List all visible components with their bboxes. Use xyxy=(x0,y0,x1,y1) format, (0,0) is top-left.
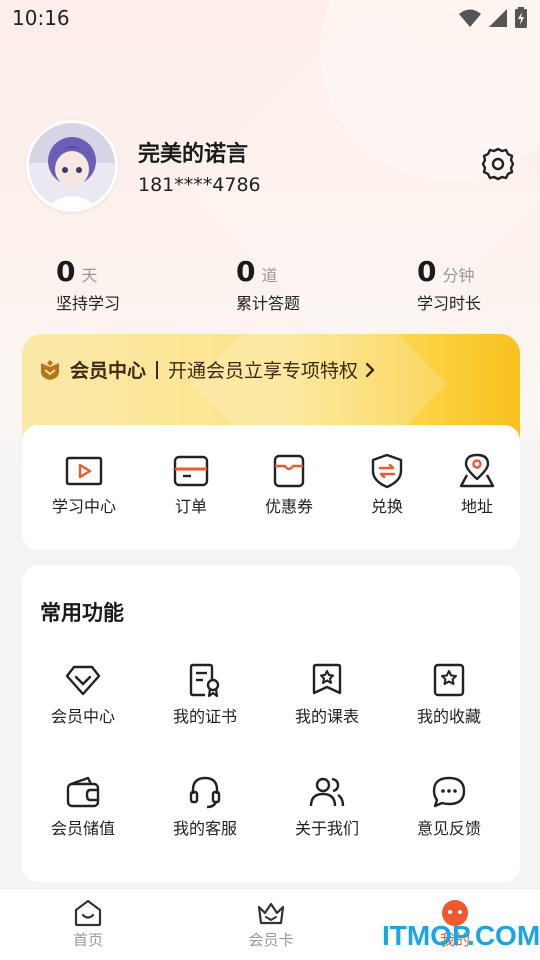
function-label: 我的收藏 xyxy=(416,707,481,726)
star-badge-icon xyxy=(312,663,342,695)
quick-action-coupons[interactable]: 优惠券 xyxy=(244,453,334,517)
stat-answered-questions[interactable]: 0道 累计答题 xyxy=(236,255,300,314)
quick-actions-card: 学习中心 订单 优惠券 兑换 地址 xyxy=(22,425,520,550)
chevron-right-icon xyxy=(365,362,375,377)
vip-divider xyxy=(156,360,159,379)
watermark-text: ITMOP.COM xyxy=(382,920,540,951)
function-label: 会员储值 xyxy=(50,819,115,838)
quick-action-label: 优惠券 xyxy=(264,497,313,516)
status-time: 10:16 xyxy=(12,6,70,30)
wallet-icon xyxy=(66,776,100,808)
battery-icon xyxy=(515,7,527,28)
profile-section: 完美的诺言 181****4786 xyxy=(26,120,516,212)
stat-label: 累计答题 xyxy=(236,294,301,313)
quick-action-label: 兑换 xyxy=(370,497,403,516)
quick-action-address[interactable]: 地址 xyxy=(432,453,522,517)
stat-unit: 天 xyxy=(81,266,98,285)
stat-unit: 分钟 xyxy=(442,266,475,285)
certificate-icon xyxy=(189,663,220,697)
order-box-icon xyxy=(173,455,209,487)
stat-label: 学习时长 xyxy=(417,294,482,313)
function-vip-center[interactable]: 会员中心 xyxy=(28,663,138,727)
nav-label: 首页 xyxy=(72,931,103,949)
users-icon xyxy=(309,777,345,807)
function-my-schedule[interactable]: 我的课表 xyxy=(272,663,382,727)
quick-action-label: 订单 xyxy=(174,497,207,516)
stat-label: 坚持学习 xyxy=(56,294,121,313)
vip-banner-row: 会员中心 开通会员立享专项特权 xyxy=(38,356,376,383)
home-icon xyxy=(74,899,102,927)
phone-number: 181****4786 xyxy=(138,174,261,196)
status-icons xyxy=(458,7,528,29)
nav-label: 会员卡 xyxy=(248,931,294,949)
cellular-signal-icon xyxy=(489,9,507,27)
function-label: 我的课表 xyxy=(294,707,359,726)
wifi-icon xyxy=(459,9,481,27)
nav-membership-card[interactable]: 会员卡 xyxy=(221,899,321,950)
function-my-certificates[interactable]: 我的证书 xyxy=(150,663,260,727)
settings-gear-icon[interactable] xyxy=(480,146,516,182)
function-label: 我的客服 xyxy=(172,819,237,838)
status-bar: 10:16 xyxy=(0,0,540,36)
vip-title: 会员中心 xyxy=(70,360,147,382)
star-bookmark-icon xyxy=(433,663,465,697)
function-label: 关于我们 xyxy=(294,819,359,838)
stat-value: 0 xyxy=(56,255,76,288)
common-functions-card: 常用功能 会员中心 我的证书 我的课表 我的收藏 会员储值 我的客服 关于我们 … xyxy=(22,565,520,882)
function-label: 我的证书 xyxy=(172,707,237,726)
play-video-icon xyxy=(65,456,103,486)
quick-action-exchange[interactable]: 兑换 xyxy=(342,453,432,517)
crown-icon xyxy=(257,902,285,925)
chat-bubble-icon xyxy=(432,776,466,808)
vip-description: 开通会员立享专项特权 xyxy=(168,360,359,382)
function-feedback[interactable]: 意见反馈 xyxy=(394,775,504,839)
vip-badge-icon xyxy=(41,359,59,380)
exchange-shield-icon xyxy=(371,453,403,489)
avatar[interactable] xyxy=(26,120,118,212)
username: 完美的诺言 xyxy=(138,142,249,167)
stat-unit: 道 xyxy=(261,266,278,285)
common-functions-title: 常用功能 xyxy=(40,601,124,625)
avatar-image xyxy=(29,123,115,209)
function-label: 意见反馈 xyxy=(416,819,481,838)
stats-row: 0天 坚持学习 0道 累计答题 0 分钟 学习时长 xyxy=(0,255,540,315)
nav-home[interactable]: 首页 xyxy=(38,899,138,950)
function-my-favorites[interactable]: 我的收藏 xyxy=(394,663,504,727)
quick-action-label: 地址 xyxy=(460,497,493,516)
stat-study-duration[interactable]: 0 分钟 学习时长 xyxy=(417,255,481,314)
coupon-icon xyxy=(273,454,305,488)
stat-value: 0 xyxy=(417,255,437,288)
function-customer-service[interactable]: 我的客服 xyxy=(150,775,260,839)
function-label: 会员中心 xyxy=(50,707,115,726)
stat-value: 0 xyxy=(236,255,256,288)
headset-icon xyxy=(189,776,221,809)
quick-action-orders[interactable]: 订单 xyxy=(146,453,236,517)
stat-study-days[interactable]: 0天 坚持学习 xyxy=(56,255,120,314)
function-about-us[interactable]: 关于我们 xyxy=(272,775,382,839)
location-pin-icon xyxy=(459,453,495,488)
quick-action-study-center[interactable]: 学习中心 xyxy=(39,453,129,517)
function-vip-recharge[interactable]: 会员储值 xyxy=(28,775,138,839)
quick-action-label: 学习中心 xyxy=(51,497,116,516)
diamond-icon xyxy=(65,665,101,696)
